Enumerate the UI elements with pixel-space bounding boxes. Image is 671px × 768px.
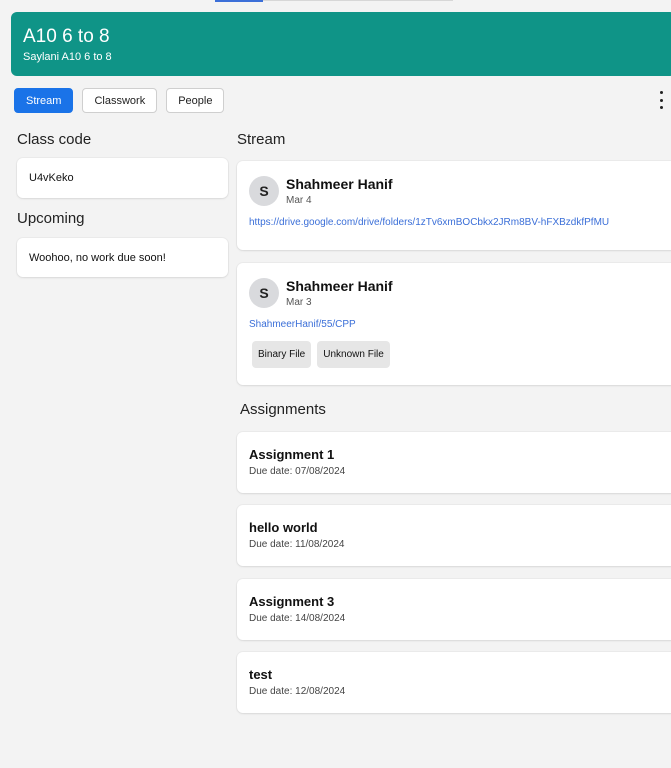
class-code-card: U4vKeko xyxy=(17,158,228,198)
post-link[interactable]: https://drive.google.com/drive/folders/1… xyxy=(249,217,665,228)
assignments-heading: Assignments xyxy=(240,401,326,418)
assignment-card[interactable]: Assignment 3 Due date: 14/08/2024 xyxy=(237,579,671,640)
stream-post: S Shahmeer Hanif Mar 4 https://drive.goo… xyxy=(237,161,671,250)
assignment-due-date: Due date: 12/08/2024 xyxy=(249,686,346,697)
class-title: A10 6 to 8 xyxy=(23,26,110,47)
post-author: Shahmeer Hanif xyxy=(286,278,393,294)
upcoming-heading: Upcoming xyxy=(17,210,85,227)
post-date: Mar 3 xyxy=(286,297,312,308)
attachment-binary-file[interactable]: Binary File xyxy=(252,341,312,368)
assignment-title: hello world xyxy=(249,520,318,535)
assignment-title: Assignment 3 xyxy=(249,594,335,609)
class-tabs: Stream Classwork People xyxy=(14,88,225,113)
top-tab-active-indicator xyxy=(215,0,263,2)
more-options-icon[interactable] xyxy=(656,91,666,109)
tab-stream[interactable]: Stream xyxy=(14,88,74,113)
attachment-unknown-file[interactable]: Unknown File xyxy=(317,341,390,368)
avatar: S xyxy=(249,278,279,308)
assignment-title: Assignment 1 xyxy=(249,447,335,462)
avatar: S xyxy=(249,176,279,206)
post-author: Shahmeer Hanif xyxy=(286,176,393,192)
post-date: Mar 4 xyxy=(286,195,312,206)
tab-people[interactable]: People xyxy=(166,88,225,113)
class-code-value: U4vKeko xyxy=(29,172,74,184)
assignment-card[interactable]: test Due date: 12/08/2024 xyxy=(237,652,671,713)
stream-heading: Stream xyxy=(237,131,286,148)
assignment-due-date: Due date: 07/08/2024 xyxy=(249,466,346,477)
upcoming-text: Woohoo, no work due soon! xyxy=(29,251,166,264)
top-tab-indicator xyxy=(0,0,671,2)
class-subtitle: Saylani A10 6 to 8 xyxy=(23,51,112,63)
class-banner: A10 6 to 8 Saylani A10 6 to 8 xyxy=(11,12,671,76)
assignment-card[interactable]: hello world Due date: 11/08/2024 xyxy=(237,505,671,566)
assignment-due-date: Due date: 11/08/2024 xyxy=(249,539,345,550)
assignment-title: test xyxy=(249,667,273,682)
top-tab-divider xyxy=(263,0,453,1)
stream-post: S Shahmeer Hanif Mar 3 ShahmeerHanif/55/… xyxy=(237,263,671,385)
class-code-heading: Class code xyxy=(17,131,92,148)
tab-classwork[interactable]: Classwork xyxy=(82,88,158,113)
upcoming-card: Woohoo, no work due soon! xyxy=(17,238,228,277)
post-link[interactable]: ShahmeerHanif/55/CPP xyxy=(249,319,665,330)
assignment-due-date: Due date: 14/08/2024 xyxy=(249,613,346,624)
assignment-card[interactable]: Assignment 1 Due date: 07/08/2024 xyxy=(237,432,671,493)
